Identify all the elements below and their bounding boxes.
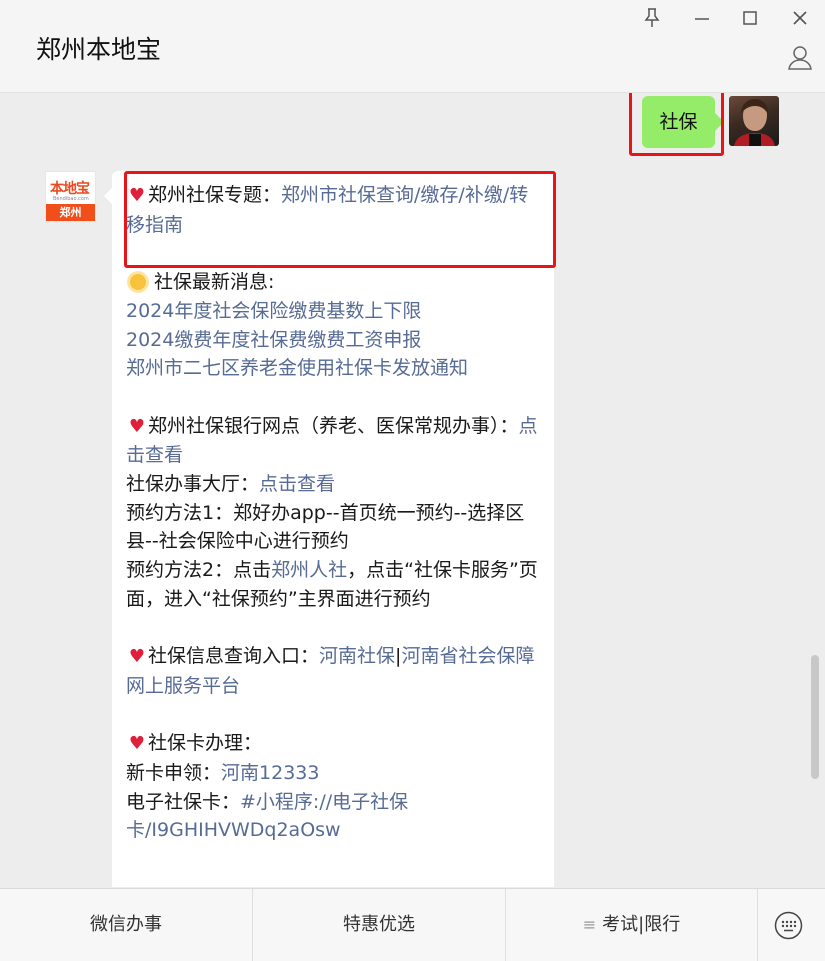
method1-line: 预约方法1：郑好办app--首页统一预约--选择区县--社会保险中心进行预约 — [126, 501, 525, 553]
profile-icon[interactable] — [786, 43, 814, 71]
query-line: ♥ 社保信息查询入口：河南社保|河南省社会保障网上服务平台 — [126, 642, 544, 700]
card-new-label: 新卡申领： — [126, 762, 222, 784]
minimize-icon[interactable] — [690, 6, 714, 30]
card-new-line: 新卡申领：河南12333 — [126, 759, 544, 788]
heart-icon: ♥ — [128, 415, 146, 437]
topic-prefix: 郑州社保专题： — [148, 184, 282, 206]
menu-item-deals[interactable]: 特惠优选 — [253, 889, 506, 961]
sun-icon — [130, 274, 146, 291]
method2-link[interactable]: 郑州人社 — [271, 559, 347, 581]
query-text: 社保信息查询入口： — [148, 645, 320, 668]
news-link-1[interactable]: 2024年度社会保险缴费基数上下限 — [126, 300, 421, 322]
news-heading-line: 社保最新消息: — [126, 268, 544, 297]
heart-icon: ♥ — [128, 733, 146, 755]
title-bar: 郑州本地宝 — [0, 0, 825, 93]
news-link-3[interactable]: 郑州市二七区养老金使用社保卡发放通知 — [126, 357, 468, 379]
bottom-menu: 微信办事 特惠优选 ≡ 考试|限行 — [0, 888, 825, 961]
scrollbar-thumb[interactable] — [811, 655, 819, 779]
card-new-link[interactable]: 河南12333 — [221, 762, 319, 784]
sent-message-bubble[interactable]: 社保 — [642, 96, 724, 148]
bank-text: 郑州社保银行网点（养老、医保常规办事）： — [148, 414, 519, 437]
hall-link[interactable]: 点击查看 — [259, 473, 335, 495]
keyboard-icon[interactable] — [774, 911, 803, 940]
method2-line: 预约方法2：点击郑州人社，点击“社保卡服务”页面，进入“社保预约”主界面进行预约 — [126, 556, 544, 613]
bot-avatar-site: Bendibao.com — [53, 196, 89, 202]
hall-line: 社保办事大厅：点击查看 — [126, 470, 544, 499]
query-link-1[interactable]: 河南社保 — [319, 645, 395, 667]
menu-item-exam-traffic-label: 考试|限行 — [602, 914, 681, 935]
close-icon[interactable] — [788, 6, 812, 30]
chat-area: 社保 本地宝 Bendibao.com 郑州 ♥ 郑州社保专题：郑州市社保查询/缴… — [0, 93, 825, 887]
window-title: 郑州本地宝 — [36, 35, 162, 64]
bot-avatar-city: 郑州 — [46, 204, 95, 221]
bank-line: ♥ 郑州社保银行网点（养老、医保常规办事）：点击查看 — [126, 412, 544, 470]
pin-icon[interactable] — [640, 6, 664, 30]
news-heading: 社保最新消息: — [154, 271, 275, 294]
heart-icon: ♥ — [128, 646, 146, 668]
menu-item-exam-traffic[interactable]: ≡ 考试|限行 — [506, 889, 758, 961]
menu-list-icon: ≡ — [582, 915, 597, 934]
card-heading: 社保卡办理： — [148, 732, 263, 755]
received-message-bubble: ♥ 郑州社保专题：郑州市社保查询/缴存/补缴/转移指南 社保最新消息: 2024年… — [104, 171, 554, 887]
bot-avatar[interactable]: 本地宝 Bendibao.com 郑州 — [45, 171, 96, 222]
user-avatar[interactable] — [729, 96, 779, 146]
reply-content: ♥ 郑州社保专题：郑州市社保查询/缴存/补缴/转移指南 社保最新消息: 2024年… — [126, 181, 544, 845]
news-link-2[interactable]: 2024缴费年度社保费缴费工资申报 — [126, 329, 421, 351]
heart-icon: ♥ — [128, 185, 146, 206]
menu-item-wechat-services[interactable]: 微信办事 — [0, 889, 253, 961]
topic-line: ♥ 郑州社保专题：郑州市社保查询/缴存/补缴/转移指南 — [126, 181, 544, 239]
hall-text: 社保办事大厅： — [126, 473, 260, 495]
method2-pre: 预约方法2：点击 — [126, 559, 272, 582]
bot-avatar-brand: 本地宝 — [50, 181, 90, 197]
card-e-line: 电子社保卡：#小程序://电子社保卡/I9GHIHVWDq2aOsw — [126, 788, 544, 845]
maximize-icon[interactable] — [738, 6, 762, 30]
card-e-label: 电子社保卡： — [126, 790, 241, 813]
card-heading-line: ♥ 社保卡办理： — [126, 729, 544, 759]
